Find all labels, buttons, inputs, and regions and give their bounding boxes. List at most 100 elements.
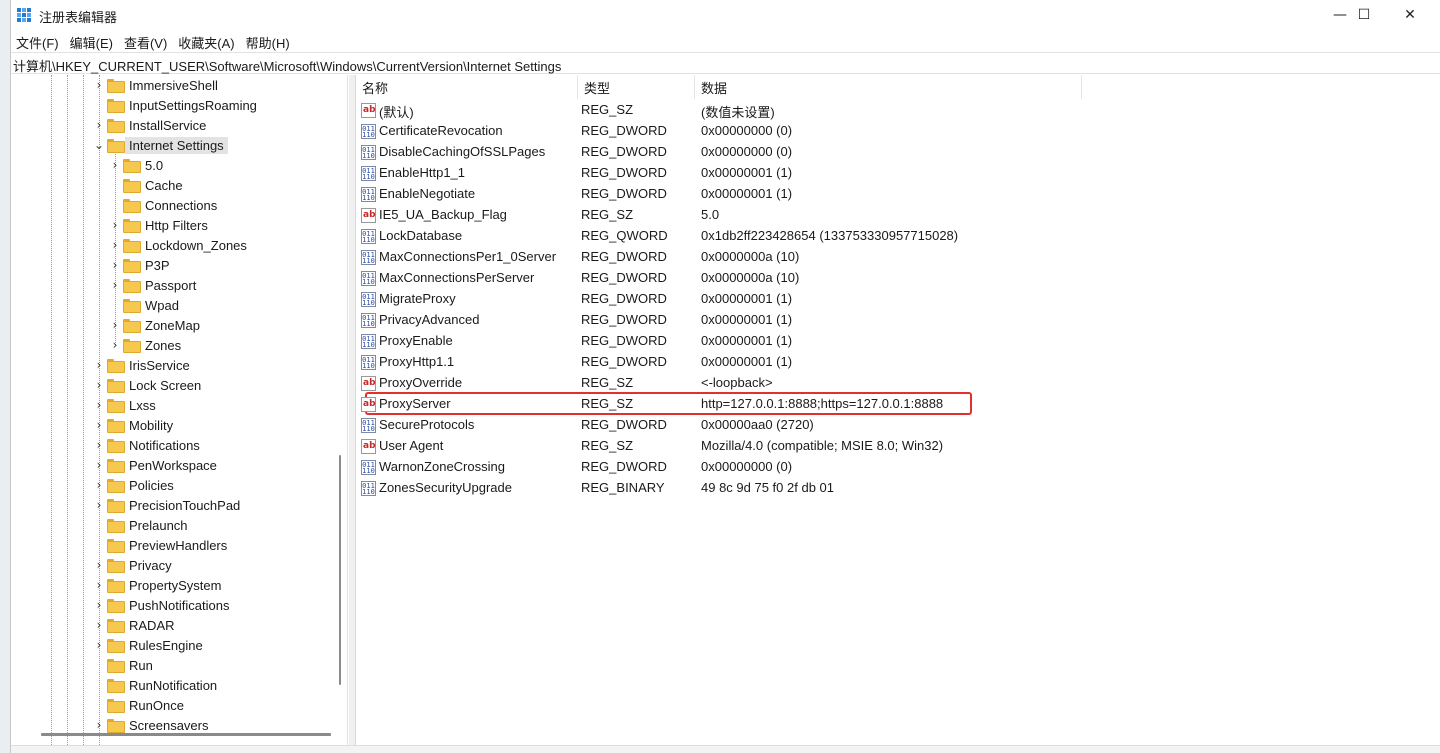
registry-value-row[interactable]: 011 110 EnableHttp1_1 REG_DWORD 0x00000001 (… (356, 163, 1426, 184)
registry-value-row[interactable]: ab ProxyServer REG_SZ http=127.0.0.1:8888;h… (356, 394, 1426, 415)
expand-chevron-icon[interactable]: › (109, 255, 121, 275)
menu-help[interactable]: 帮助(H) (241, 30, 296, 52)
expand-chevron-icon[interactable]: › (93, 595, 105, 615)
expand-chevron-icon[interactable]: › (93, 555, 105, 575)
registry-value-row[interactable]: 011 110 ZonesSecurityUpgrade REG_BINARY 49 8… (356, 478, 1426, 499)
expand-chevron-icon[interactable] (93, 695, 105, 715)
tree-item[interactable]: › ZoneMap (109, 315, 200, 335)
maximize-button[interactable]: ☐ (1341, 0, 1387, 30)
tree-item[interactable]: › 5.0 (109, 155, 163, 175)
tree-item[interactable]: › Notifications (93, 435, 200, 455)
registry-value-row[interactable]: 011 110 EnableNegotiate REG_DWORD 0x00000001… (356, 184, 1426, 205)
expand-chevron-icon[interactable]: › (93, 715, 105, 735)
registry-value-row[interactable]: 011 110 MaxConnectionsPerServer REG_DWORD 0x… (356, 268, 1426, 289)
expand-chevron-icon[interactable] (93, 95, 105, 115)
expand-chevron-icon[interactable]: › (93, 75, 105, 95)
expand-chevron-icon[interactable]: › (93, 395, 105, 415)
tree-item[interactable]: › InstallService (93, 115, 206, 135)
registry-value-row[interactable]: 011 110 DisableCachingOfSSLPages REG_DWORD 0… (356, 142, 1426, 163)
registry-value-row[interactable]: 011 110 MigrateProxy REG_DWORD 0x00000001 (1… (356, 289, 1426, 310)
tree-item[interactable]: ⌄ Internet Settings (93, 135, 228, 155)
tree-item[interactable]: PreviewHandlers (93, 535, 227, 555)
tree-item[interactable]: › Lxss (93, 395, 156, 415)
tree-scroll-thumb[interactable] (339, 455, 341, 685)
tree-item[interactable]: › PenWorkspace (93, 455, 217, 475)
tree-item[interactable]: › Http Filters (109, 215, 208, 235)
title-bar[interactable]: 注册表编辑器 — ☐ ✕ (11, 0, 1440, 30)
registry-value-row[interactable]: ab User Agent REG_SZ Mozilla/4.0 (compatibl… (356, 436, 1426, 457)
registry-value-row[interactable]: 011 110 WarnonZoneCrossing REG_DWORD 0x00000… (356, 457, 1426, 478)
address-bar[interactable]: 计算机\HKEY_CURRENT_USER\Software\Microsoft… (11, 52, 1440, 74)
expand-chevron-icon[interactable]: › (93, 115, 105, 135)
tree-item[interactable]: › P3P (109, 255, 170, 275)
expand-chevron-icon[interactable] (109, 295, 121, 315)
tree-item[interactable]: › PropertySystem (93, 575, 221, 595)
registry-value-row[interactable]: 011 110 CertificateRevocation REG_DWORD 0x00… (356, 121, 1426, 142)
menu-edit[interactable]: 编辑(E) (65, 30, 119, 52)
registry-value-row[interactable]: ab IE5_UA_Backup_Flag REG_SZ 5.0 (356, 205, 1426, 226)
tree-item[interactable]: RunOnce (93, 695, 184, 715)
tree-item[interactable]: › Privacy (93, 555, 172, 575)
tree-item[interactable]: › Screensavers (93, 715, 208, 735)
expand-chevron-icon[interactable]: › (109, 335, 121, 355)
expand-chevron-icon[interactable] (93, 515, 105, 535)
expand-chevron-icon[interactable]: › (109, 275, 121, 295)
tree-item[interactable]: InputSettingsRoaming (93, 95, 257, 115)
tree-item[interactable]: RunNotification (93, 675, 217, 695)
registry-value-row[interactable]: 011 110 MaxConnectionsPer1_0Server REG_DWOR… (356, 247, 1426, 268)
menu-view[interactable]: 查看(V) (119, 30, 173, 52)
tree-item[interactable]: › IrisService (93, 355, 190, 375)
menu-file[interactable]: 文件(F) (11, 30, 65, 52)
tree-item[interactable]: › RulesEngine (93, 635, 203, 655)
tree-item[interactable]: Wpad (109, 295, 179, 315)
tree-item[interactable]: › Passport (109, 275, 196, 295)
tree-item[interactable]: › Zones (109, 335, 181, 355)
tree-item[interactable]: › PrecisionTouchPad (93, 495, 240, 515)
expand-chevron-icon[interactable]: › (93, 375, 105, 395)
expand-chevron-icon[interactable]: › (93, 635, 105, 655)
expand-chevron-icon[interactable] (93, 535, 105, 555)
collapse-chevron-icon[interactable]: ⌄ (93, 135, 105, 155)
registry-key-tree[interactable]: › ImmersiveShell InputSettingsRoaming › Inst… (11, 75, 348, 745)
expand-chevron-icon[interactable]: › (93, 415, 105, 435)
expand-chevron-icon[interactable]: › (93, 495, 105, 515)
tree-item[interactable]: › Lockdown_Zones (109, 235, 247, 255)
column-header-type[interactable]: 类型 (578, 75, 695, 99)
tree-item[interactable]: › Policies (93, 475, 174, 495)
expand-chevron-icon[interactable]: › (93, 435, 105, 455)
registry-value-row[interactable]: 011 110 SecureProtocols REG_DWORD 0x00000aa0… (356, 415, 1426, 436)
tree-item[interactable]: › PushNotifications (93, 595, 229, 615)
tree-item[interactable]: › ImmersiveShell (93, 75, 218, 95)
column-header-data[interactable]: 数据 (695, 75, 1082, 99)
tree-item[interactable]: › Lock Screen (93, 375, 201, 395)
menu-favorites[interactable]: 收藏夹(A) (173, 30, 240, 52)
tree-horizontal-scrollbar[interactable] (41, 733, 331, 736)
expand-chevron-icon[interactable] (109, 175, 121, 195)
registry-value-row[interactable]: 011 110 PrivacyAdvanced REG_DWORD 0x00000001… (356, 310, 1426, 331)
expand-chevron-icon[interactable] (93, 675, 105, 695)
close-button[interactable]: ✕ (1387, 0, 1433, 30)
expand-chevron-icon[interactable]: › (109, 235, 121, 255)
column-header-name[interactable]: 名称 (356, 75, 578, 99)
tree-vertical-scrollbar[interactable] (333, 75, 347, 735)
tree-item[interactable]: Run (93, 655, 153, 675)
expand-chevron-icon[interactable] (109, 195, 121, 215)
tree-item[interactable]: › RADAR (93, 615, 175, 635)
tree-item[interactable]: Prelaunch (93, 515, 188, 535)
expand-chevron-icon[interactable]: › (93, 355, 105, 375)
expand-chevron-icon[interactable]: › (109, 155, 121, 175)
tree-item[interactable]: Connections (109, 195, 217, 215)
expand-chevron-icon[interactable]: › (109, 315, 121, 335)
registry-value-row[interactable]: 011 110 ProxyHttp1.1 REG_DWORD 0x00000001 (1… (356, 352, 1426, 373)
tree-item[interactable]: Cache (109, 175, 183, 195)
registry-value-row[interactable]: ab ProxyOverride REG_SZ <-loopback> (356, 373, 1426, 394)
registry-value-row[interactable]: 011 110 ProxyEnable REG_DWORD 0x00000001 (1) (356, 331, 1426, 352)
expand-chevron-icon[interactable]: › (93, 455, 105, 475)
expand-chevron-icon[interactable] (93, 655, 105, 675)
registry-value-row[interactable]: 011 110 LockDatabase REG_QWORD 0x1db2ff22342… (356, 226, 1426, 247)
expand-chevron-icon[interactable]: › (93, 575, 105, 595)
registry-value-row[interactable]: ab (默认) REG_SZ (数值未设置) (356, 100, 1426, 121)
tree-item[interactable]: › Mobility (93, 415, 173, 435)
expand-chevron-icon[interactable]: › (93, 615, 105, 635)
expand-chevron-icon[interactable]: › (93, 475, 105, 495)
